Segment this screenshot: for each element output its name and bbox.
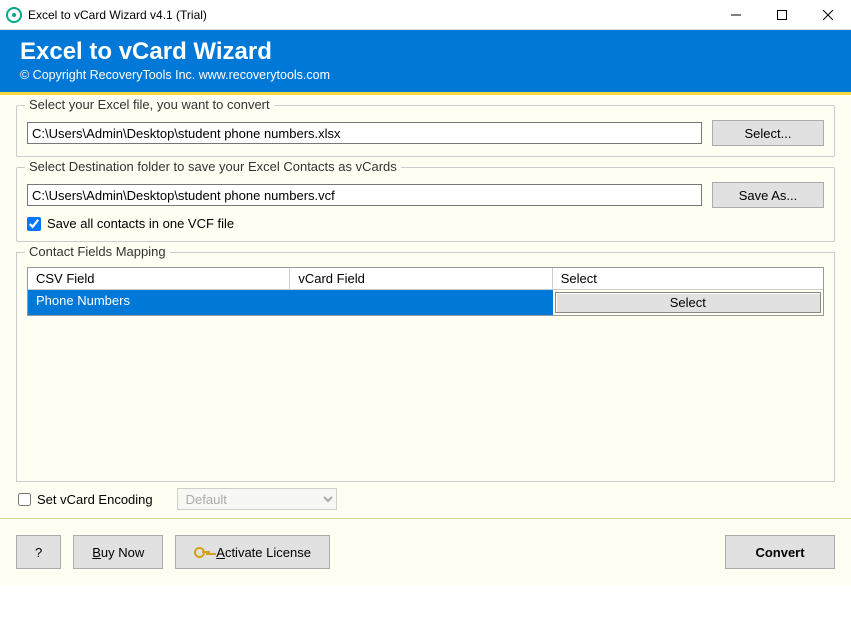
table-row[interactable]: Phone Numbers Select [28, 290, 823, 315]
encoding-select: Default [177, 488, 337, 510]
col-select[interactable]: Select [553, 268, 823, 290]
mapping-table: CSV Field vCard Field Select Phone Numbe… [27, 267, 824, 316]
col-csv-field[interactable]: CSV Field [28, 268, 290, 290]
mapping-group: Contact Fields Mapping CSV Field vCard F… [16, 252, 835, 482]
maximize-button[interactable] [759, 0, 805, 30]
encoding-row: Set vCard Encoding Default [16, 482, 835, 514]
app-header: Excel to vCard Wizard © Copyright Recove… [0, 30, 851, 95]
app-title: Excel to vCard Wizard [20, 38, 831, 66]
help-button[interactable]: ? [16, 535, 61, 569]
row-select-button[interactable]: Select [555, 292, 821, 313]
key-icon [194, 545, 210, 559]
table-header: CSV Field vCard Field Select [28, 268, 823, 290]
activate-rest: ctivate License [225, 545, 311, 560]
activate-license-button[interactable]: Activate License [175, 535, 330, 569]
main-content: Select your Excel file, you want to conv… [0, 95, 851, 518]
source-legend: Select your Excel file, you want to conv… [25, 97, 274, 112]
convert-button[interactable]: Convert [725, 535, 835, 569]
encoding-checkbox-label[interactable]: Set vCard Encoding [18, 492, 153, 507]
destination-legend: Select Destination folder to save your E… [25, 159, 401, 174]
col-vcard-field[interactable]: vCard Field [290, 268, 552, 290]
destination-path-input[interactable] [27, 184, 702, 206]
save-as-button[interactable]: Save As... [712, 182, 824, 208]
source-path-input[interactable] [27, 122, 702, 144]
window-title: Excel to vCard Wizard v4.1 (Trial) [28, 8, 713, 22]
cell-csv-field: Phone Numbers [28, 290, 290, 315]
set-encoding-checkbox[interactable] [18, 493, 31, 506]
titlebar: Excel to vCard Wizard v4.1 (Trial) [0, 0, 851, 30]
save-all-one-vcf-label: Save all contacts in one VCF file [47, 216, 234, 231]
cell-select: Select [553, 290, 823, 315]
minimize-button[interactable] [713, 0, 759, 30]
copyright-text: © Copyright RecoveryTools Inc. www.recov… [20, 68, 831, 82]
buy-now-rest: uy Now [101, 545, 144, 560]
encoding-label-text: Set vCard Encoding [37, 492, 153, 507]
close-button[interactable] [805, 0, 851, 30]
save-all-one-vcf-checkbox[interactable] [27, 217, 41, 231]
cell-vcard-field [290, 290, 552, 315]
footer: ? Buy Now Activate License Convert [0, 518, 851, 585]
buy-now-button[interactable]: Buy Now [73, 535, 163, 569]
mapping-legend: Contact Fields Mapping [25, 244, 170, 259]
destination-group: Select Destination folder to save your E… [16, 167, 835, 242]
select-file-button[interactable]: Select... [712, 120, 824, 146]
app-icon [6, 7, 22, 23]
source-group: Select your Excel file, you want to conv… [16, 105, 835, 157]
